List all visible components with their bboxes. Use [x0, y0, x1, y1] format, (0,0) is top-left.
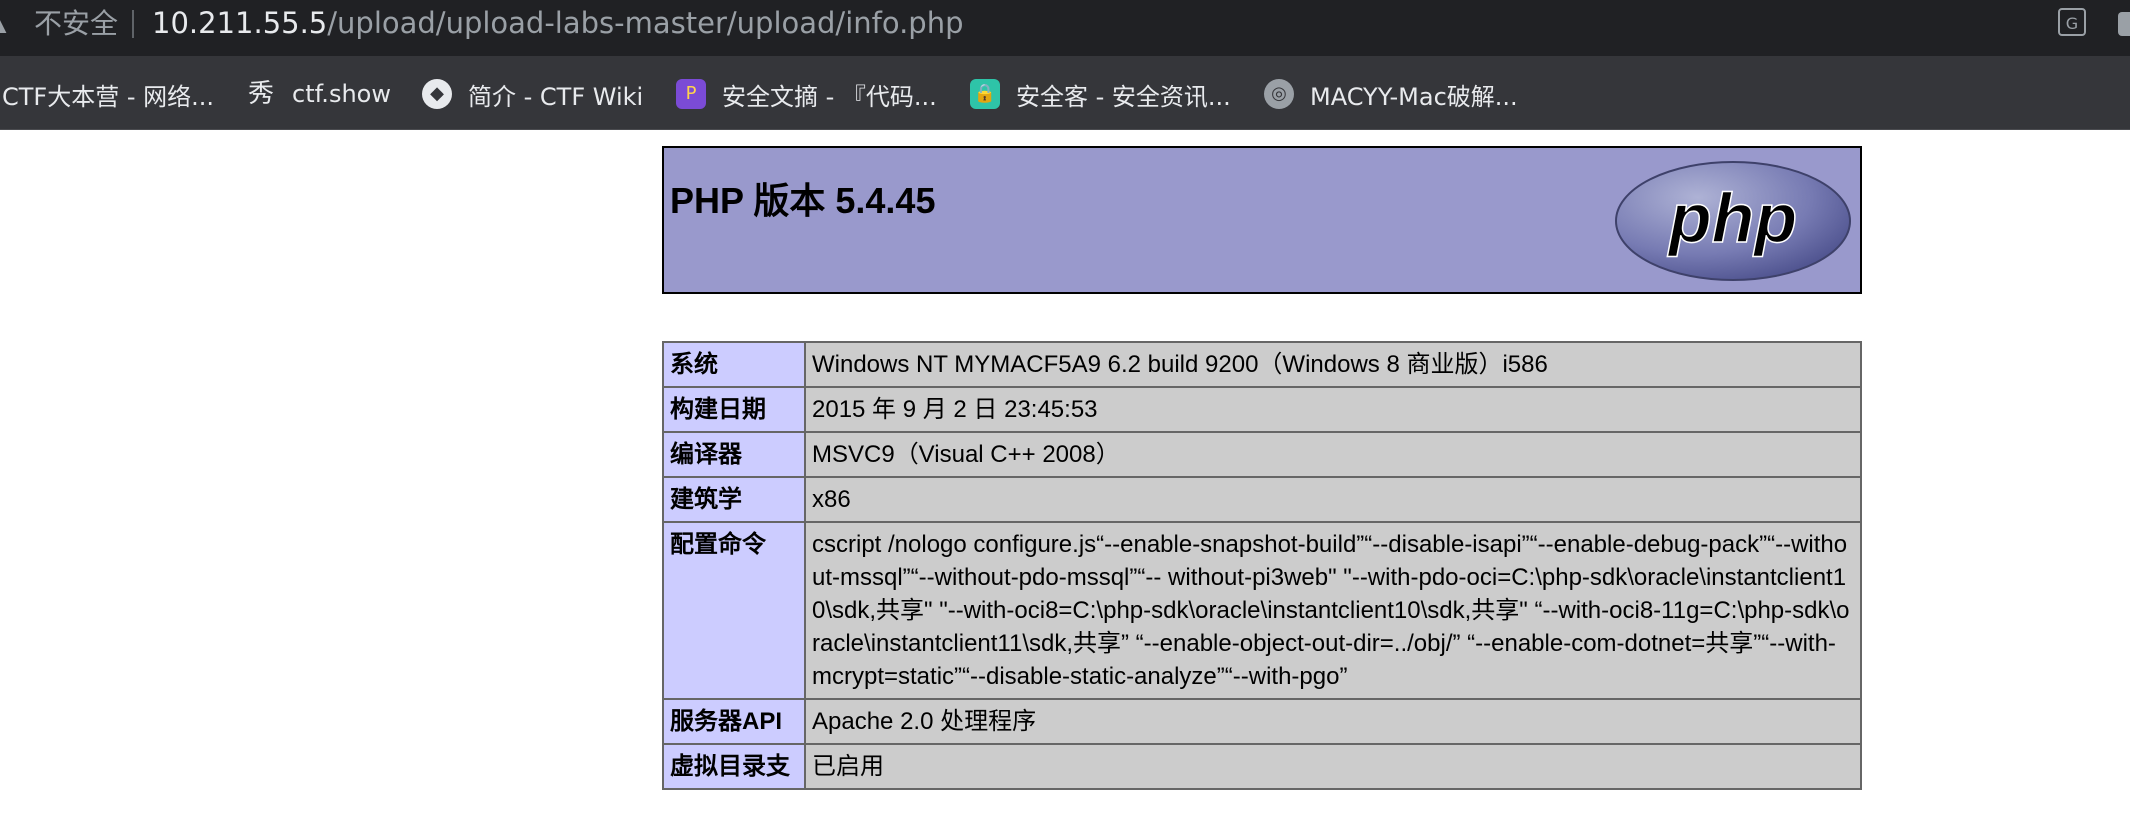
info-key: 服务器API [662, 698, 806, 745]
php-logo-text: php [1667, 179, 1797, 257]
info-key: 建筑学 [662, 476, 806, 523]
bookmark-wenzhai[interactable]: P 安全文摘 - 『代码... [676, 74, 937, 114]
globe-icon: ◎ [1264, 79, 1294, 109]
anquanke-icon: 🔒 [970, 79, 1000, 109]
page-title: PHP 版本 5.4.45 [670, 180, 936, 221]
bookmark-macyy[interactable]: ◎ MACYY-Mac破解... [1264, 74, 1518, 114]
bookmark-ctf[interactable]: CTF大本营 - 网络... [2, 74, 214, 114]
info-key: 系统 [662, 341, 806, 388]
warning-icon[interactable]: ▲ [0, 10, 12, 34]
bookmark-label: 简介 - CTF Wiki [468, 82, 644, 111]
info-value: x86 [804, 476, 1862, 523]
bookmark-label: ctf.show [292, 80, 391, 108]
url-host: 10.211.55.5 [152, 6, 328, 40]
table-row: 虚拟目录支 已启用 [662, 743, 1862, 790]
table-row: 构建日期 2015 年 9 月 2 日 23:45:53 [662, 386, 1862, 433]
address-bar[interactable]: ▲ 不安全 10.211.55.5/upload/upload-labs-mas… [0, 0, 2130, 56]
bookmark-label: 安全文摘 - 『代码... [722, 82, 937, 111]
bookmark-ctfshow[interactable]: 秀 ctf.show [246, 74, 391, 114]
info-value: 已启用 [804, 743, 1862, 790]
bookmark-anquanke[interactable]: 🔒 安全客 - 安全资讯... [970, 74, 1231, 114]
info-value: Windows NT MYMACF5A9 6.2 build 9200（Wind… [804, 341, 1862, 388]
bookmark-label: CTF大本营 - 网络... [2, 82, 215, 111]
ctf-wiki-icon: ◆ [422, 79, 452, 109]
table-row: 系统 Windows NT MYMACF5A9 6.2 build 9200（W… [662, 341, 1862, 388]
table-row: 配置命令 cscript /nologo configure.js“--enab… [662, 521, 1862, 700]
info-key: 虚拟目录支 [662, 743, 806, 790]
info-value: Apache 2.0 处理程序 [804, 698, 1862, 745]
info-key: 构建日期 [662, 386, 806, 433]
table-row: 服务器API Apache 2.0 处理程序 [662, 698, 1862, 745]
info-value: cscript /nologo configure.js“--enable-sn… [804, 521, 1862, 700]
profile-icon[interactable] [2118, 12, 2130, 36]
info-value: MSVC9（Visual C++ 2008） [804, 431, 1862, 478]
table-row: 编译器 MSVC9（Visual C++ 2008） [662, 431, 1862, 478]
table-row: 建筑学 x86 [662, 476, 1862, 523]
info-value: 2015 年 9 月 2 日 23:45:53 [804, 386, 1862, 433]
info-key: 编译器 [662, 431, 806, 478]
security-label[interactable]: 不安全 [34, 6, 118, 42]
php-info-table: 系统 Windows NT MYMACF5A9 6.2 build 9200（W… [662, 341, 1862, 790]
php-logo[interactable]: php [1614, 160, 1852, 282]
bookmark-label: 安全客 - 安全资讯... [1016, 82, 1231, 111]
php-version-header: PHP 版本 5.4.45 php [662, 146, 1862, 294]
translate-icon[interactable]: G [2058, 8, 2086, 36]
bookmarks-bar: CTF大本营 - 网络... 秀 ctf.show ◆ 简介 - CTF Wik… [0, 56, 2130, 130]
ctfshow-icon: 秀 [247, 79, 274, 109]
info-key: 配置命令 [662, 521, 806, 700]
bookmark-label: MACYY-Mac破解... [1310, 82, 1518, 111]
bookmark-ctf-wiki[interactable]: ◆ 简介 - CTF Wiki [422, 74, 643, 114]
url-field[interactable]: 10.211.55.5/upload/upload-labs-master/up… [152, 4, 963, 42]
url-path: /upload/upload-labs-master/upload/info.p… [327, 6, 964, 40]
wenzhai-icon: P [676, 79, 706, 109]
divider [132, 10, 134, 38]
